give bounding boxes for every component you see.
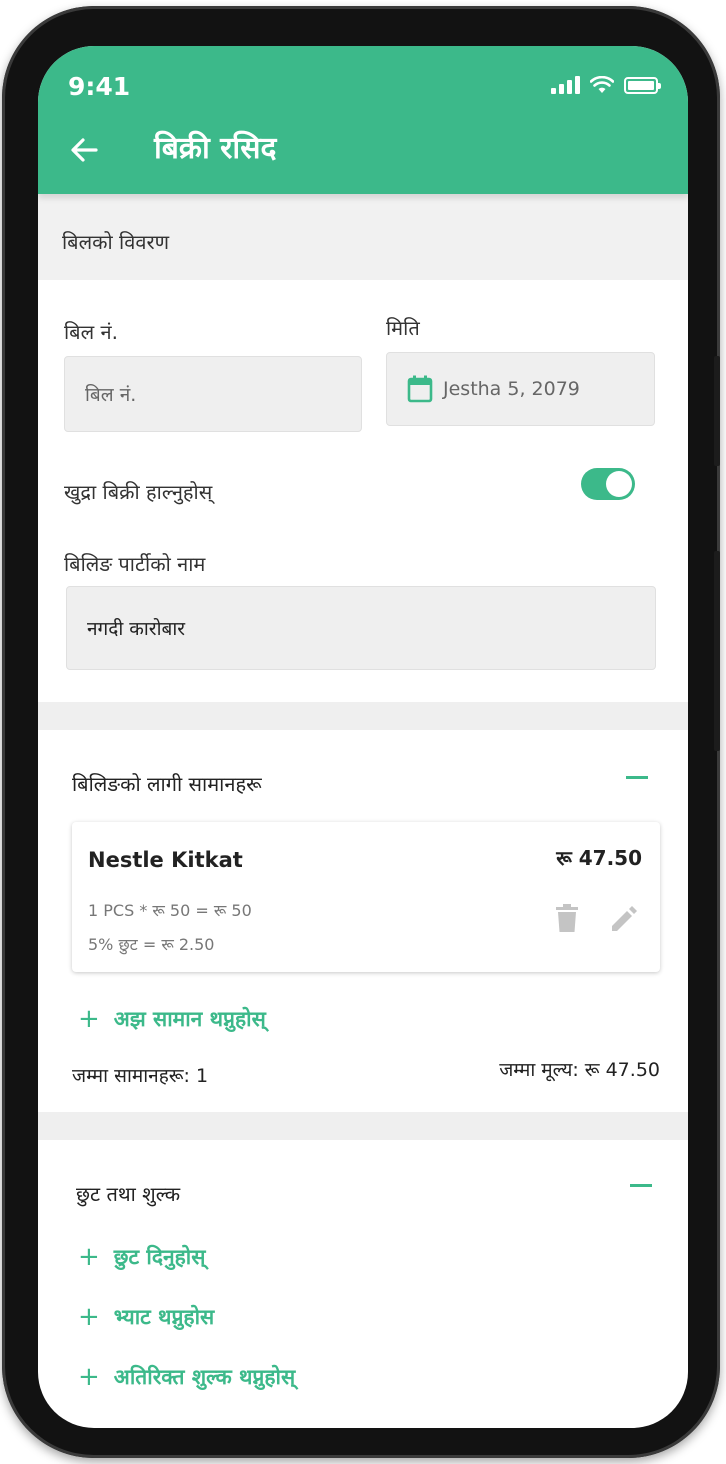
retail-sale-toggle[interactable] [581,468,635,500]
plus-icon: + [78,1362,100,1392]
charges-section-title: छुट तथा शुल्क [76,1182,181,1206]
total-items: जम्मा सामानहरू: 1 [72,1065,209,1087]
item-discount-line: 5% छुट = रू 2.50 [88,935,215,954]
items-section-title: बिलिङको लागी सामानहरू [72,772,262,796]
toggle-knob [606,471,632,497]
add-more-items-label: अझ सामान थप्नुहोस् [113,1007,266,1031]
app-screen: 9:41 बिक्री रसिद बिलको विवरण बिल नं. बिल… [38,46,688,1428]
date-value: Jestha 5, 2079 [443,378,580,400]
status-time: 9:41 [68,72,131,101]
total-amount: जम्मा मूल्य: रू 47.50 [499,1059,660,1081]
volume-button [714,551,720,751]
plus-icon: + [78,1242,100,1272]
delete-icon[interactable] [552,902,582,934]
section-divider [38,1112,688,1140]
billing-party-label: बिलिङ पार्टीको नाम [64,552,206,576]
plus-icon: + [78,1004,100,1034]
status-icons [551,76,661,94]
bill-no-label: बिल नं. [64,320,118,344]
date-picker[interactable]: Jestha 5, 2079 [386,352,655,426]
collapse-charges-icon[interactable] [630,1184,652,1187]
billing-party-field[interactable]: नगदी कारोबार [66,586,656,670]
add-extra-charge-link[interactable]: + अतिरिक्त शुल्क थप्नुहोस् [78,1362,295,1392]
page-title: बिक्री रसिद [154,131,277,166]
wifi-icon [590,76,614,93]
section-divider [38,702,688,730]
bill-details-header: बिलको विवरण [38,194,688,280]
collapse-items-icon[interactable] [626,776,648,779]
bill-no-placeholder: बिल नं. [85,384,137,406]
billing-party-value: नगदी कारोबार [87,618,186,640]
item-quantity-line: 1 PCS * रू 50 = रू 50 [88,901,252,920]
add-extra-charge-label: अतिरिक्त शुल्क थप्नुहोस् [113,1365,296,1389]
plus-icon: + [78,1302,100,1332]
app-bar: 9:41 बिक्री रसिद [38,46,688,194]
retail-toggle-label: खुद्रा बिक्री हाल्नुहोस् [64,480,213,504]
battery-icon [624,77,661,94]
add-vat-link[interactable]: + भ्याट थप्नुहोस [78,1302,214,1332]
bill-no-input[interactable]: बिल नं. [64,356,362,432]
give-discount-label: छुट दिनुहोस् [113,1245,206,1269]
item-price: रू 47.50 [556,846,642,870]
edit-icon[interactable] [608,902,638,934]
add-vat-label: भ्याट थप्नुहोस [113,1305,215,1329]
bill-details-title: बिलको विवरण [62,230,170,254]
calendar-icon [407,375,433,403]
item-name: Nestle Kitkat [88,848,243,872]
back-arrow-icon[interactable] [68,134,100,166]
item-card[interactable]: Nestle Kitkat रू 47.50 1 PCS * रू 50 = र… [72,822,660,972]
add-more-items-link[interactable]: + अझ सामान थप्नुहोस् [78,1004,266,1034]
power-button [714,356,720,466]
phone-frame: 9:41 बिक्री रसिद बिलको विवरण बिल नं. बिल… [2,6,720,1458]
give-discount-link[interactable]: + छुट दिनुहोस् [78,1242,205,1272]
signal-icon [551,76,580,94]
date-label: मिति [386,316,420,340]
